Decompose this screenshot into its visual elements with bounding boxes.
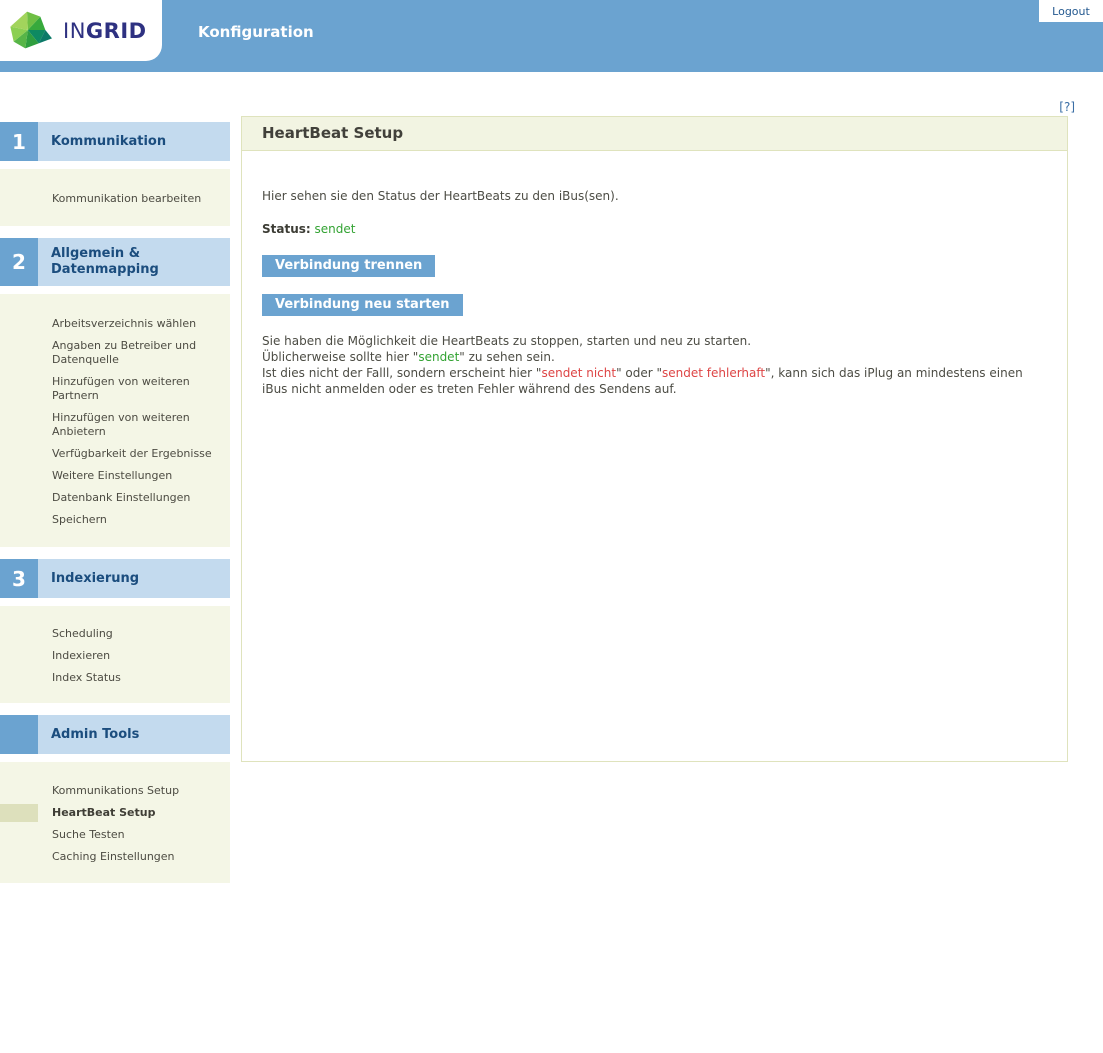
help-link[interactable]: [?] bbox=[1059, 100, 1075, 114]
desc-line2-post: " zu sehen sein. bbox=[459, 350, 555, 364]
logout-button[interactable]: Logout bbox=[1039, 0, 1103, 22]
help-row: [?] bbox=[0, 72, 1103, 116]
main-content: HeartBeat Setup Hier sehen sie den Statu… bbox=[241, 116, 1068, 762]
sidebar-item-weitere-anbieter[interactable]: Hinzufügen von weiteren Anbietern bbox=[0, 411, 230, 439]
desc-sendet-ok: sendet bbox=[418, 350, 460, 364]
sidebar-section-admin-tools[interactable]: Admin Tools bbox=[0, 715, 230, 754]
sidebar-item-angaben-betreiber[interactable]: Angaben zu Betreiber und Datenquelle bbox=[0, 339, 230, 367]
desc-line2-pre: Üblicherweise sollte hier " bbox=[262, 350, 419, 364]
status-value: sendet bbox=[314, 222, 356, 236]
sidebar-item-caching-einstellungen[interactable]: Caching Einstellungen bbox=[0, 850, 230, 864]
sidebar-item-kommunikation-bearbeiten[interactable]: Kommunikation bearbeiten bbox=[0, 192, 230, 206]
restart-row: Verbindung neu starten bbox=[262, 294, 1047, 316]
logo: INGRID bbox=[0, 0, 162, 61]
section-number-1: 1 bbox=[0, 122, 38, 161]
section-number-3: 3 bbox=[0, 559, 38, 598]
sidebar-item-scheduling[interactable]: Scheduling bbox=[0, 627, 230, 641]
section-links-indexierung: Scheduling Indexieren Index Status bbox=[0, 606, 230, 703]
sidebar-section-indexierung[interactable]: 3 Indexierung bbox=[0, 559, 230, 598]
logo-text-in: IN bbox=[63, 18, 86, 43]
logo-text: INGRID bbox=[63, 19, 147, 43]
section-links-admin-tools: Kommunikations Setup HeartBeat Setup Suc… bbox=[0, 762, 230, 883]
panel-title: HeartBeat Setup bbox=[242, 117, 1067, 151]
sidebar-item-datenbank-einstellungen[interactable]: Datenbank Einstellungen bbox=[0, 491, 230, 505]
desc-line1: Sie haben die Möglichkeit die HeartBeats… bbox=[262, 334, 752, 348]
sidebar: 1 Kommunikation Kommunikation bearbeiten… bbox=[0, 122, 230, 883]
sidebar-item-verfuegbarkeit[interactable]: Verfügbarkeit der Ergebnisse bbox=[0, 447, 230, 461]
section-title-allgemein: Allgemein & Datenmapping bbox=[38, 238, 230, 286]
desc-line3-mid: " oder " bbox=[616, 366, 663, 380]
desc-sendet-nicht: sendet nicht bbox=[541, 366, 617, 380]
sidebar-item-indexieren[interactable]: Indexieren bbox=[0, 649, 230, 663]
sidebar-item-weitere-partner[interactable]: Hinzufügen von weiteren Partnern bbox=[0, 375, 230, 403]
ingrid-logo-icon bbox=[7, 4, 57, 60]
sidebar-item-heartbeat-setup[interactable]: HeartBeat Setup bbox=[0, 804, 230, 822]
heartbeat-panel: HeartBeat Setup Hier sehen sie den Statu… bbox=[241, 116, 1068, 762]
page-title: Konfiguration bbox=[198, 23, 314, 41]
sidebar-section-allgemein[interactable]: 2 Allgemein & Datenmapping bbox=[0, 238, 230, 286]
status-label: Status: bbox=[262, 222, 311, 236]
desc-line3-pre: Ist dies nicht der Falll, sondern ersche… bbox=[262, 366, 542, 380]
top-header: INGRID Konfiguration Logout bbox=[0, 0, 1103, 72]
intro-text: Hier sehen sie den Status der HeartBeats… bbox=[262, 189, 619, 203]
disconnect-row: Verbindung trennen bbox=[262, 255, 1047, 277]
section-links-kommunikation: Kommunikation bearbeiten bbox=[0, 169, 230, 226]
section-title-admin-tools: Admin Tools bbox=[38, 715, 230, 754]
sidebar-section-kommunikation[interactable]: 1 Kommunikation bbox=[0, 122, 230, 161]
sidebar-item-speichern[interactable]: Speichern bbox=[0, 513, 230, 527]
disconnect-button[interactable]: Verbindung trennen bbox=[262, 255, 436, 277]
section-title-kommunikation: Kommunikation bbox=[38, 122, 230, 161]
sidebar-item-index-status[interactable]: Index Status bbox=[0, 671, 230, 685]
section-number-admin bbox=[0, 715, 38, 754]
logo-text-grid: GRID bbox=[85, 18, 147, 43]
status-line: Status: sendet bbox=[262, 222, 1047, 236]
section-number-2: 2 bbox=[0, 238, 38, 286]
desc-sendet-fehlerhaft: sendet fehlerhaft bbox=[662, 366, 766, 380]
section-links-allgemein: Arbeitsverzeichnis wählen Angaben zu Bet… bbox=[0, 294, 230, 547]
section-title-indexierung: Indexierung bbox=[38, 559, 230, 598]
description-text: Sie haben die Möglichkeit die HeartBeats… bbox=[262, 333, 1047, 397]
panel-body: Hier sehen sie den Status der HeartBeats… bbox=[242, 151, 1067, 761]
sidebar-item-suche-testen[interactable]: Suche Testen bbox=[0, 828, 230, 842]
sidebar-item-weitere-einstellungen[interactable]: Weitere Einstellungen bbox=[0, 469, 230, 483]
sidebar-item-kommunikations-setup[interactable]: Kommunikations Setup bbox=[0, 784, 230, 798]
restart-button[interactable]: Verbindung neu starten bbox=[262, 294, 463, 316]
sidebar-item-arbeitsverzeichnis[interactable]: Arbeitsverzeichnis wählen bbox=[0, 317, 230, 331]
